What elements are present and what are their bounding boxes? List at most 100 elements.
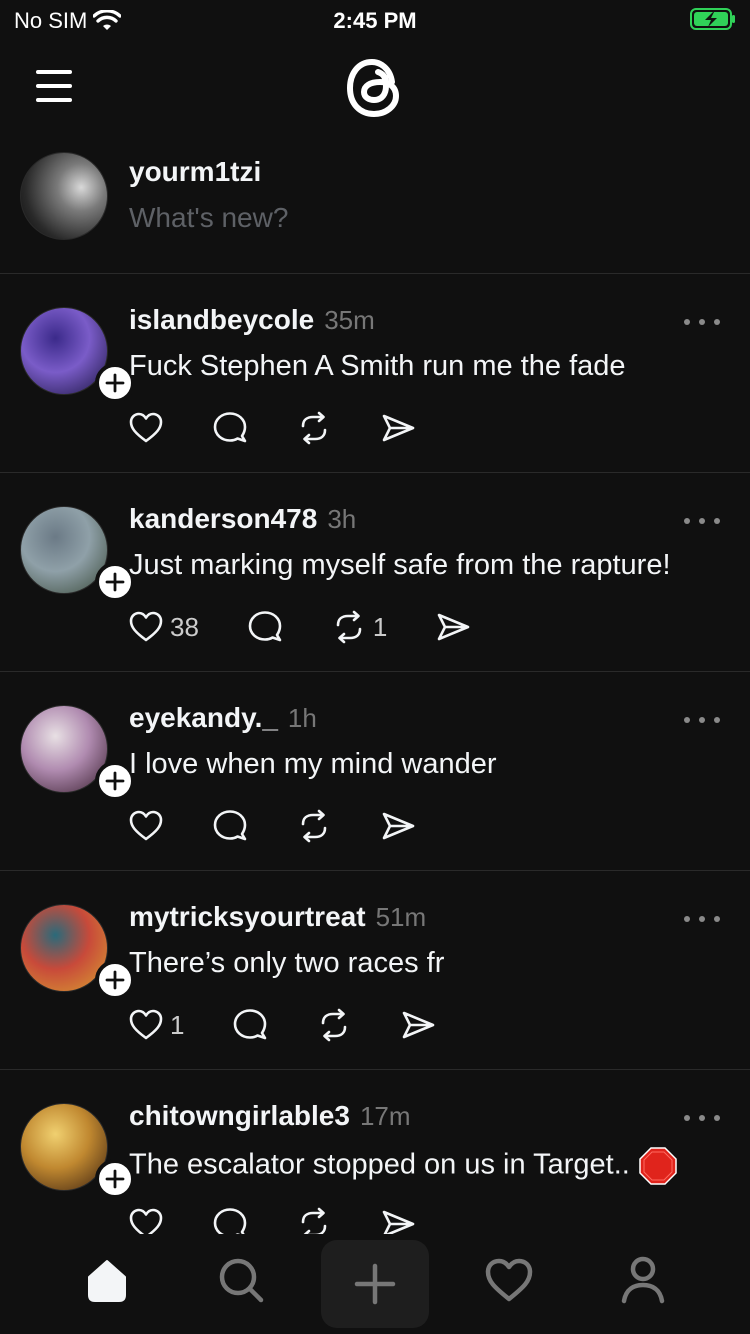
post-text-content: I love when my mind wander	[129, 748, 497, 780]
post-username[interactable]: kanderson478	[129, 503, 317, 535]
threads-logo-icon[interactable]	[340, 52, 410, 122]
my-avatar-wrap	[20, 152, 108, 240]
repost-count: 1	[372, 611, 388, 642]
post-timestamp: 35m	[324, 305, 375, 335]
share-button[interactable]	[435, 609, 471, 645]
post-header: mytricksyourtreat 51m	[129, 901, 426, 933]
post-timestamp: 51m	[375, 902, 427, 932]
reply-button[interactable]	[212, 808, 248, 844]
post-header: kanderson478 3h	[129, 503, 356, 535]
profile-icon	[621, 1256, 665, 1304]
share-button[interactable]	[380, 410, 416, 446]
reply-button[interactable]	[232, 1007, 268, 1043]
share-icon	[382, 414, 415, 442]
new-thread-composer[interactable]: yourm1tzi What's new?	[0, 150, 750, 274]
heart-icon	[129, 611, 163, 642]
post-header: eyekandy._ 1h	[129, 702, 317, 734]
post-username[interactable]: chitowngirlable3	[129, 1100, 350, 1132]
post-avatar-wrap	[20, 1103, 135, 1203]
like-count: 1	[170, 1009, 185, 1040]
whats-new-input[interactable]: What's new?	[129, 202, 288, 234]
post-text: Just marking myself safe from the raptur…	[129, 549, 671, 582]
avatar[interactable]	[20, 152, 108, 240]
feed-post[interactable]: chitowngirlable3 17m The escalator stopped…	[0, 1070, 750, 1240]
home-icon	[88, 1260, 126, 1302]
post-text-content: The escalator stopped on us in Target..	[129, 1148, 630, 1181]
menu-line	[36, 84, 72, 88]
share-icon	[438, 613, 470, 641]
repost-icon	[301, 809, 327, 843]
plus-icon	[105, 572, 125, 592]
post-text-content: Fuck Stephen A Smith run me the fade	[129, 350, 626, 382]
menu-line	[36, 98, 72, 102]
post-header: islandbeycole 35m	[129, 304, 375, 336]
post-actions: 1	[128, 1007, 484, 1043]
repost-button[interactable]: 1	[331, 609, 387, 645]
menu-button[interactable]	[36, 70, 76, 102]
heart-icon	[485, 1258, 533, 1302]
search-icon	[219, 1258, 264, 1303]
feed-post[interactable]: islandbeycole 35m Fuck Stephen A Smith run…	[0, 274, 750, 473]
repost-button[interactable]	[296, 808, 332, 844]
more-options-button[interactable]	[684, 714, 720, 726]
share-button[interactable]	[380, 808, 416, 844]
status-time: 2:45 PM	[333, 8, 417, 33]
post-actions	[128, 410, 464, 446]
post-text: Fuck Stephen A Smith run me the fade	[129, 350, 626, 383]
post-actions: 38 1	[128, 609, 519, 645]
post-avatar-wrap	[20, 506, 135, 606]
status-bar: No SIM 2:45 PM	[0, 0, 750, 40]
post-timestamp: 1h	[287, 703, 317, 733]
post-timestamp: 3h	[327, 504, 357, 534]
post-text: I love when my mind wander	[129, 748, 497, 781]
tab-home[interactable]	[77, 1250, 137, 1310]
plus-icon	[105, 771, 125, 791]
tab-profile[interactable]	[613, 1250, 673, 1310]
battery-charging-icon	[690, 8, 735, 30]
heart-icon	[129, 810, 163, 841]
more-options-button[interactable]	[684, 316, 720, 328]
more-options-button[interactable]	[684, 913, 720, 925]
like-button[interactable]: 1	[128, 1007, 184, 1043]
post-avatar-wrap	[20, 307, 135, 407]
post-actions	[128, 808, 464, 844]
more-options-button[interactable]	[684, 1112, 720, 1124]
tab-create[interactable]	[321, 1240, 429, 1328]
post-text-content: There’s only two races fr	[129, 947, 445, 979]
repost-icon	[301, 411, 327, 445]
post-timestamp: 17m	[359, 1101, 411, 1131]
repost-button[interactable]	[316, 1007, 352, 1043]
plus-icon	[105, 373, 125, 393]
reply-button[interactable]	[212, 410, 248, 446]
feed-post[interactable]: eyekandy._ 1h I love when my mind wander	[0, 672, 750, 871]
post-text: There’s only two races fr	[129, 947, 444, 980]
post-username[interactable]: eyekandy._	[129, 702, 278, 734]
comment-icon	[213, 412, 247, 443]
repost-icon	[322, 1008, 347, 1042]
bottom-tab-bar	[0, 1234, 750, 1334]
post-username[interactable]: mytricksyourtreat	[129, 901, 366, 933]
post-avatar-wrap	[20, 904, 135, 1004]
post-text-content: Just marking myself safe from the raptur…	[129, 549, 671, 581]
stop-sign-emoji-icon	[639, 1147, 677, 1185]
repost-button[interactable]	[296, 410, 332, 446]
like-button[interactable]	[128, 410, 164, 446]
plus-icon	[105, 970, 125, 990]
reply-button[interactable]	[247, 609, 283, 645]
tab-search[interactable]	[211, 1250, 271, 1310]
tab-activity[interactable]	[479, 1250, 539, 1310]
share-icon	[382, 812, 415, 840]
comment-icon	[213, 810, 247, 841]
feed-post[interactable]: mytricksyourtreat 51m There’s only two rac…	[0, 871, 750, 1070]
like-count: 38	[170, 611, 199, 642]
plus-icon	[354, 1263, 396, 1305]
post-username[interactable]: islandbeycole	[129, 304, 314, 336]
share-icon	[403, 1011, 435, 1039]
like-button[interactable]	[128, 808, 164, 844]
repost-icon	[336, 610, 362, 644]
feed-post[interactable]: kanderson478 3h Just marking myself safe f…	[0, 473, 750, 672]
post-header: chitowngirlable3 17m	[129, 1100, 411, 1132]
share-button[interactable]	[400, 1007, 436, 1043]
like-button[interactable]: 38	[128, 609, 199, 645]
more-options-button[interactable]	[684, 515, 720, 527]
